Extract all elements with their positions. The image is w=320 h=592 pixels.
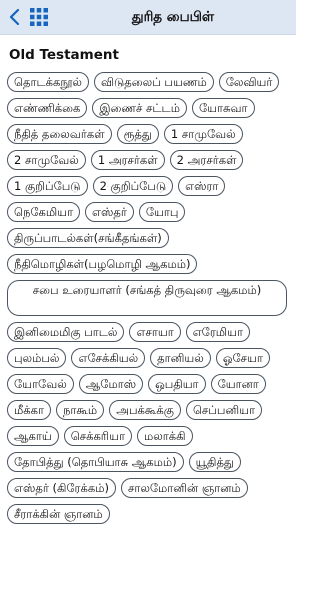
book-chip[interactable]: லேவியர்: [218, 72, 280, 92]
book-chip[interactable]: அபக்கூக்கு: [109, 400, 181, 420]
book-chip[interactable]: எசேக்கியல்: [71, 348, 146, 368]
grid-menu-icon[interactable]: [28, 0, 50, 34]
book-chip[interactable]: மலாக்கி: [136, 426, 193, 446]
book-chip[interactable]: இணைச் சட்டம்: [92, 98, 187, 118]
book-chip[interactable]: ஒபதியா: [148, 374, 206, 394]
book-chip[interactable]: ஆகாய்: [7, 426, 59, 446]
book-chip[interactable]: யோனா: [210, 374, 266, 394]
book-chip[interactable]: தொடக்கநூல்: [7, 72, 89, 92]
book-chip[interactable]: நெகேமியா: [7, 202, 81, 222]
top-app-bar: துரித பைபிள்: [0, 0, 296, 35]
book-chip[interactable]: ரூத்து: [116, 124, 159, 144]
book-chip[interactable]: சபை உரையாளர் (சங்கத் திருவுரை ஆகமம்): [7, 280, 287, 316]
book-chip[interactable]: எஸ்ரா: [178, 176, 226, 196]
book-chip[interactable]: எரேமியா: [185, 322, 250, 342]
book-chip[interactable]: நாகூம்: [56, 400, 105, 420]
book-chip[interactable]: மீக்கா: [7, 400, 52, 420]
book-list: தொடக்கநூல் விடுதலைப் பயணம் லேவியர் எண்ணிக்க…: [7, 72, 291, 524]
book-chip[interactable]: எண்ணிக்கை: [7, 98, 88, 118]
page-title: துரித பைபிள்: [131, 9, 215, 25]
book-chip[interactable]: 1 குறிப்பேடு: [7, 176, 88, 196]
section-title: Old Testament: [9, 47, 119, 63]
book-chip[interactable]: தானியல்: [150, 348, 211, 368]
book-chip[interactable]: யோபு: [138, 202, 186, 222]
book-chip[interactable]: சாலமோனின் ஞானம்: [120, 478, 248, 498]
book-chip[interactable]: புலம்பல்: [7, 348, 67, 368]
book-chip[interactable]: நீதித் தலைவர்கள்: [7, 124, 112, 144]
book-chip[interactable]: எசாயா: [129, 322, 181, 342]
book-chip[interactable]: எஸ்தர்: [85, 202, 134, 222]
book-chip[interactable]: எஸ்தர் (கிரேக்கம்): [7, 478, 116, 498]
book-chip[interactable]: ஆமோஸ்: [78, 374, 144, 394]
book-chip[interactable]: யோவேல்: [7, 374, 74, 394]
book-chip[interactable]: செக்கரியா: [63, 426, 132, 446]
book-chip[interactable]: சீராக்கின் ஞானம்: [7, 504, 110, 524]
book-chip[interactable]: 2 அரசர்கள்: [169, 150, 244, 170]
book-chip[interactable]: இனிமைமிகு பாடல்: [7, 322, 125, 342]
book-chip[interactable]: 2 குறிப்பேடு: [92, 176, 174, 196]
book-chip[interactable]: விடுதலைப் பயணம்: [93, 72, 214, 92]
book-chip[interactable]: ஓசேயா: [215, 348, 270, 368]
book-chip[interactable]: 1 அரசர்கள்: [90, 150, 165, 170]
book-chip[interactable]: நீதிமொழிகள்(பழமொழி ஆகமம்): [7, 254, 198, 274]
book-chip[interactable]: யோசுவா: [191, 98, 255, 118]
book-chip[interactable]: செப்பனியா: [185, 400, 263, 420]
book-chip[interactable]: யூதித்து: [188, 452, 241, 472]
book-chip[interactable]: திருப்பாடல்கள்(சங்கீதங்கள்): [7, 228, 169, 248]
book-chip[interactable]: 1 சாமுவேல்: [163, 124, 243, 144]
chevron-left-icon[interactable]: [4, 0, 26, 34]
book-chip[interactable]: 2 சாமுவேல்: [7, 150, 86, 170]
book-chip[interactable]: தோபித்து (தொபியாசு ஆகமம்): [7, 452, 184, 472]
